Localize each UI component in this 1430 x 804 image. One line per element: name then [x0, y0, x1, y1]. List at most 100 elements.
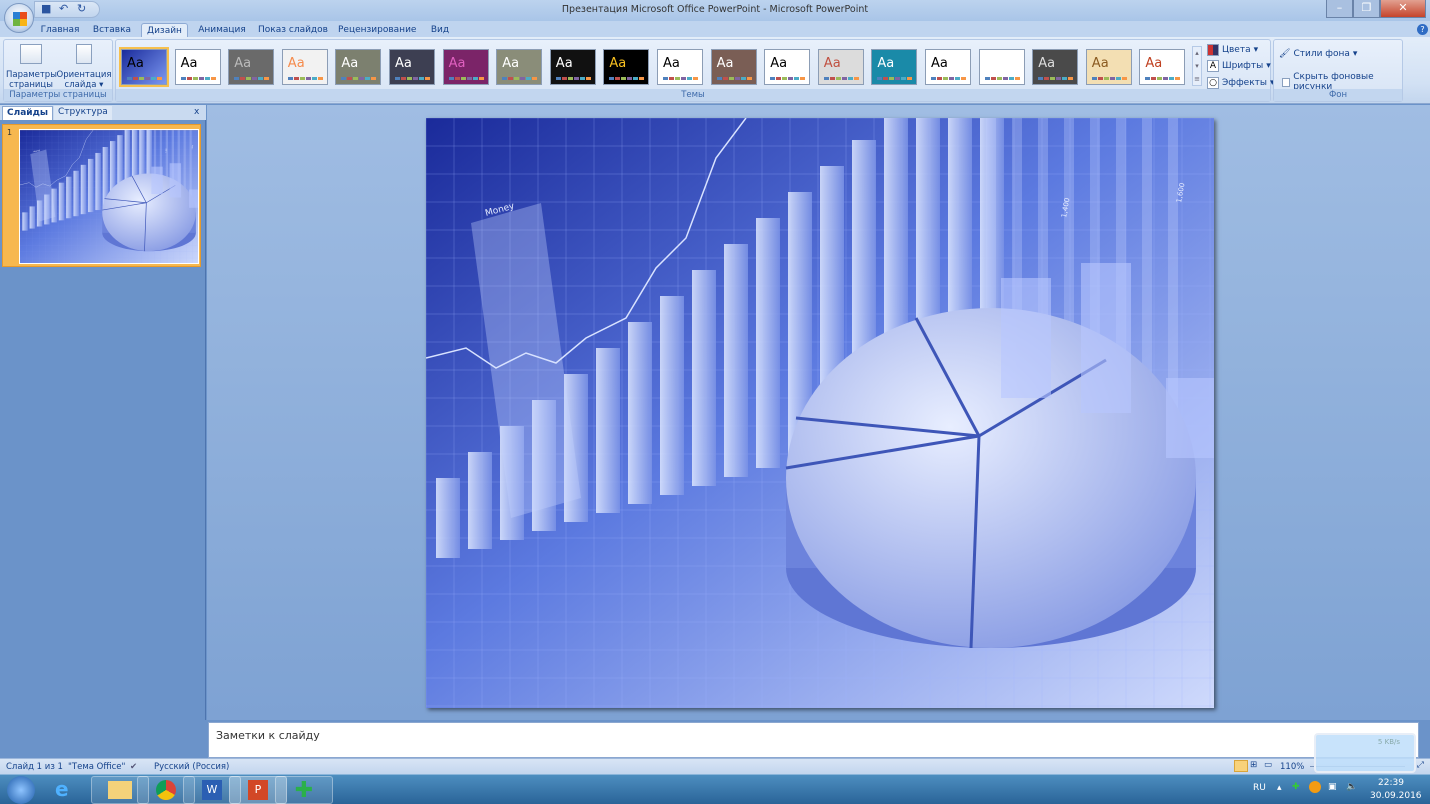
group-background: 🖌 Стили фона ▾ Скрыть фоновые рисунки Фон [1273, 39, 1403, 102]
theme-thumbnail[interactable]: Aa [1085, 49, 1132, 85]
clock-time[interactable]: 22:39 [1378, 778, 1404, 788]
gallery-scroll[interactable]: ▴ ▾ ≡ [1192, 46, 1202, 86]
net-speed: 5 KB/s [1377, 738, 1400, 746]
theme-thumbnail[interactable]: Aa [925, 49, 971, 85]
business-charts-background-image: Money 1,400 1,600 [20, 130, 198, 263]
language-indicator[interactable]: RU [1253, 783, 1266, 793]
theme-thumbnail[interactable]: Aa [1139, 49, 1186, 85]
tab-insert[interactable]: Вставка [90, 23, 134, 38]
theme-sample-text: Aa [984, 56, 1002, 71]
decorative-bar [692, 270, 716, 486]
language-status[interactable]: Русский (Россия) [154, 762, 229, 772]
clock-date[interactable]: 30.09.2016 [1370, 791, 1422, 801]
group-label: Фон [1274, 89, 1402, 101]
theme-thumbnail[interactable]: Aa [281, 49, 328, 85]
theme-thumbnail[interactable]: Aa [978, 49, 1025, 85]
save-icon[interactable]: ■ [41, 3, 53, 15]
theme-thumbnail[interactable]: Aa [549, 49, 596, 85]
theme-sample-text: Aa [823, 56, 841, 71]
colors-button[interactable]: Цвета ▾ [1207, 44, 1258, 56]
theme-thumbnail[interactable]: Aa [228, 49, 275, 85]
word-icon: W [202, 780, 222, 800]
background-styles-button[interactable]: 🖌 Стили фона ▾ [1279, 49, 1357, 59]
start-button[interactable] [7, 776, 35, 804]
show-hidden-icons[interactable]: ▴ [1277, 783, 1282, 793]
page-setup-icon [20, 44, 42, 64]
theme-sample-text: Aa [931, 56, 948, 71]
theme-thumbnail[interactable]: Aa [764, 49, 811, 85]
tab-outline[interactable]: Структура [54, 106, 112, 120]
group-label: Темы [116, 89, 1270, 101]
theme-thumbnail[interactable]: Aa [496, 49, 543, 85]
close-button[interactable]: ✕ [1380, 0, 1426, 18]
decorative-bar [95, 152, 101, 211]
theme-sample-text: Aa [716, 56, 734, 71]
theme-thumbnail[interactable]: Aa [603, 49, 650, 85]
page-setup-button[interactable]: Параметры страницы [6, 44, 57, 90]
ie-icon[interactable]: e [55, 779, 69, 799]
volume-icon[interactable]: 🔈 [1346, 782, 1357, 792]
tab-home[interactable]: Главная [38, 23, 82, 38]
minimize-button[interactable]: – [1326, 0, 1353, 18]
tab-slides[interactable]: Слайды [2, 106, 53, 120]
decorative-bar [80, 164, 87, 215]
theme-swatches [984, 77, 1020, 80]
network-icon[interactable]: ▣ [1328, 782, 1337, 792]
theme-thumbnail[interactable]: Aa [871, 49, 918, 85]
taskbar-app[interactable]: ✚ [275, 776, 333, 804]
theme-thumbnail[interactable]: Aa [119, 47, 169, 87]
tab-slideshow[interactable]: Показ слайдов [258, 23, 328, 38]
effects-button[interactable]: ○Эффекты ▾ [1207, 77, 1275, 89]
slide-canvas[interactable]: Money 1,400 1,600 [426, 118, 1214, 708]
theme-thumbnail[interactable]: Aa [1032, 49, 1079, 85]
group-page-setup: Параметры страницы Ориентация слайда ▾ П… [3, 39, 113, 102]
theme-swatches [180, 77, 216, 80]
slideshow-icon[interactable]: ▭ [1264, 760, 1272, 770]
fonts-button[interactable]: A Шрифты ▾ [1207, 60, 1271, 72]
slide-thumbnail[interactable]: 1 Money 1,400 1,600 [2, 124, 201, 267]
theme-sample-text: Aa [555, 56, 573, 71]
theme-thumbnail[interactable]: Aa [174, 49, 221, 85]
theme-swatches [1091, 77, 1127, 80]
notes-field[interactable]: Заметки к слайду [208, 722, 1419, 758]
maximize-button[interactable]: ❐ [1353, 0, 1380, 18]
undo-icon[interactable]: ↶ [59, 3, 71, 15]
checkbox-icon [1282, 77, 1291, 87]
theme-name[interactable]: "Тема Office" [68, 762, 125, 772]
normal-view-icon[interactable] [1234, 760, 1248, 772]
theme-thumbnail[interactable]: Aa [657, 49, 703, 85]
theme-sample-text: Aa [395, 56, 412, 71]
effects-icon: ○ [1207, 77, 1219, 89]
theme-thumbnail[interactable]: Aa [335, 49, 382, 85]
slide-sorter-icon[interactable]: ⊞ [1250, 760, 1257, 770]
zoom-level[interactable]: 110% [1280, 762, 1304, 772]
help-icon[interactable]: ? [1417, 24, 1428, 35]
theme-swatches [877, 77, 913, 80]
office-button[interactable] [4, 3, 34, 33]
pane-close-button[interactable]: x [190, 106, 203, 120]
fonts-icon: A [1207, 60, 1219, 72]
theme-thumbnail[interactable]: Aa [817, 49, 864, 85]
decorative-bar [756, 218, 780, 468]
theme-thumbnail[interactable]: Aa [442, 49, 489, 85]
slide-orientation-button[interactable]: Ориентация слайда ▾ [56, 44, 112, 90]
theme-sample-text: Aa [341, 56, 359, 71]
theme-thumbnail[interactable]: Aa [710, 49, 757, 85]
theme-sample-text: Aa [663, 56, 680, 71]
tray-orange-icon[interactable] [1309, 781, 1321, 793]
fit-window-icon[interactable]: ⤢ [1417, 760, 1424, 770]
tab-view[interactable]: Вид [426, 23, 454, 38]
theme-sample-text: Aa [1145, 56, 1163, 71]
theme-thumbnail[interactable]: Aa [389, 49, 435, 85]
theme-sample-text: Aa [502, 56, 520, 71]
tab-review[interactable]: Рецензирование [338, 23, 416, 38]
theme-swatches [395, 77, 430, 80]
tab-design[interactable]: Дизайн [141, 23, 188, 38]
redo-icon[interactable]: ↻ [77, 3, 89, 15]
decorative-bar [468, 452, 492, 549]
tab-animation[interactable]: Анимация [196, 23, 248, 38]
clover-icon: ✚ [294, 777, 314, 803]
spellcheck-icon[interactable]: ✔ [130, 762, 137, 772]
chrome-icon [156, 780, 176, 800]
tray-app-icon[interactable]: ✚ [1292, 782, 1300, 792]
